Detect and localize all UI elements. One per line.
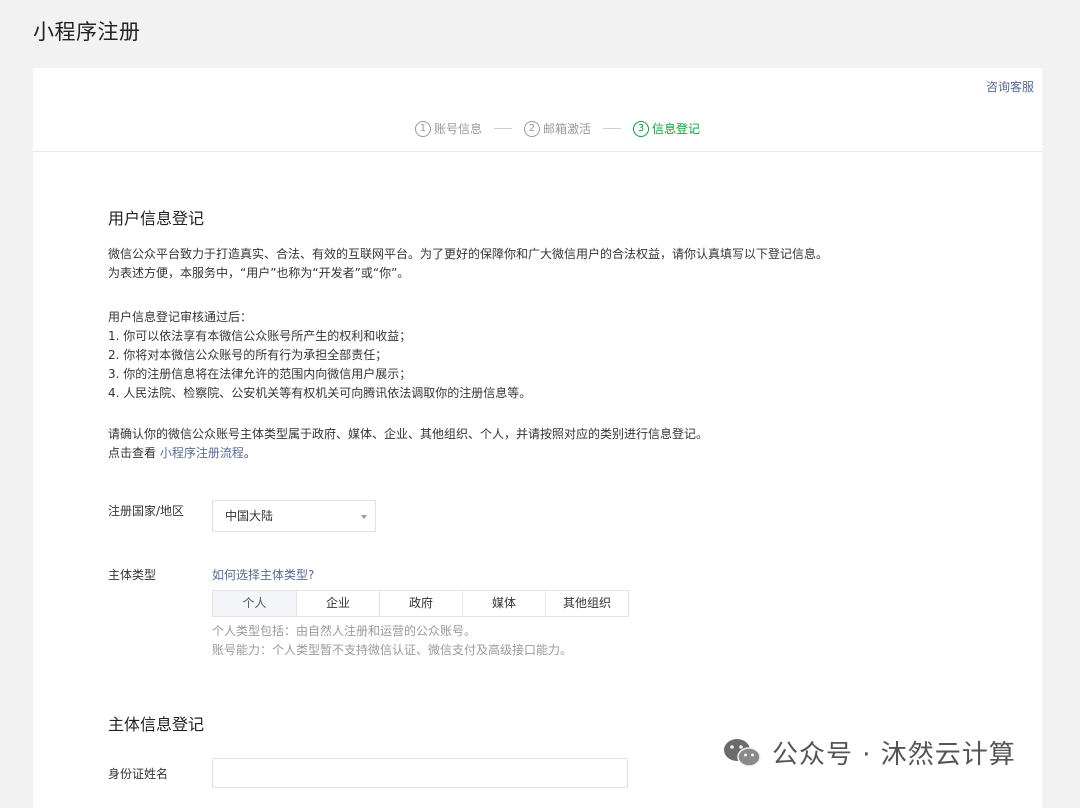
subject-type-label: 主体类型 (108, 568, 157, 582)
subject-type-help-link[interactable]: 如何选择主体类型? (212, 566, 314, 583)
step-separator (493, 128, 512, 129)
chevron-down-icon (361, 515, 367, 519)
review-line: 3. 你的注册信息将在法律允许的范围内向微信用户展示； (108, 367, 412, 381)
watermark: 公众号 · 沐然云计算 (722, 734, 1016, 771)
subject-type-government[interactable]: 政府 (379, 591, 462, 616)
subject-type-media[interactable]: 媒体 (462, 591, 545, 616)
user-info-title: 用户信息登记 (108, 209, 205, 228)
step-account-info: 1 账号信息 (414, 120, 482, 137)
subject-info-title: 主体信息登记 (108, 715, 205, 734)
step-label: 信息登记 (652, 122, 701, 136)
region-select[interactable]: 中国大陆 (212, 500, 376, 532)
registration-card: 咨询客服 1 账号信息 2 邮箱激活 3 信息登记 用户信息登记 微信公众平台致… (33, 68, 1042, 808)
header-divider (33, 151, 1042, 152)
id-name-input[interactable] (212, 758, 628, 788)
consult-service-link[interactable]: 咨询客服 (986, 78, 1034, 95)
subject-type-hint: 个人类型包括：由自然人注册和运营的公众账号。 (212, 624, 477, 638)
view-flow-line: 点击查看 小程序注册流程。 (108, 444, 708, 463)
subject-type-tabs: 个人 企业 政府 媒体 其他组织 (212, 590, 629, 617)
step-separator (603, 128, 621, 129)
step-number: 3 (633, 120, 649, 137)
subject-type-personal[interactable]: 个人 (213, 591, 296, 616)
step-number: 1 (414, 120, 431, 137)
registration-flow-link[interactable]: 小程序注册流程 (160, 446, 244, 460)
region-label: 注册国家/地区 (108, 504, 185, 518)
region-value: 中国大陆 (225, 509, 274, 523)
step-number: 2 (523, 120, 540, 137)
view-prefix: 点击查看 (108, 446, 157, 460)
account-ability-hint: 账号能力：个人类型暂不支持微信认证、微信支付及高级接口能力。 (212, 643, 573, 657)
review-line: 4. 人民法院、检察院、公安机关等有权机关可向腾讯依法调取你的注册信息等。 (108, 386, 532, 400)
view-suffix: 。 (243, 446, 256, 460)
step-info-registration: 3 信息登记 (633, 120, 700, 137)
intro-line: 微信公众平台致力于打造真实、合法、有效的互联网平台。为了更好的保障你和广大微信用… (108, 247, 829, 261)
review-line: 1. 你可以依法享有本微信公众账号所产生的权利和收益； (108, 329, 412, 343)
wechat-logo-icon (724, 738, 761, 767)
step-label: 邮箱激活 (542, 122, 591, 136)
step-indicator: 1 账号信息 2 邮箱激活 3 信息登记 (53, 120, 1062, 137)
confirm-line: 请确认你的微信公众账号主体类型属于政府、媒体、企业、其他组织、个人，并请按照对应… (108, 427, 709, 441)
confirm-text: 请确认你的微信公众账号主体类型属于政府、媒体、企业、其他组织、个人，并请按照对应… (108, 425, 708, 463)
subject-type-enterprise[interactable]: 企业 (296, 591, 379, 616)
intro-text: 微信公众平台致力于打造真实、合法、有效的互联网平台。为了更好的保障你和广大微信用… (108, 245, 828, 283)
page-title: 小程序注册 (33, 20, 141, 44)
id-name-label: 身份证姓名 (108, 767, 169, 781)
subject-type-other-org[interactable]: 其他组织 (545, 591, 628, 616)
after-review-text: 用户信息登记审核通过后： 1. 你可以依法享有本微信公众账号所产生的权利和收益；… (108, 308, 531, 403)
watermark-text: 公众号 · 沐然云计算 (772, 740, 1016, 770)
step-label: 账号信息 (433, 122, 482, 136)
review-line: 2. 你将对本微信公众账号的所有行为承担全部责任； (108, 348, 388, 362)
review-line: 用户信息登记审核通过后： (108, 310, 253, 324)
step-email-activation: 2 邮箱激活 (523, 120, 591, 137)
intro-line: 为表述方便，本服务中，“用户”也称为“开发者”或“你”。 (108, 266, 410, 280)
